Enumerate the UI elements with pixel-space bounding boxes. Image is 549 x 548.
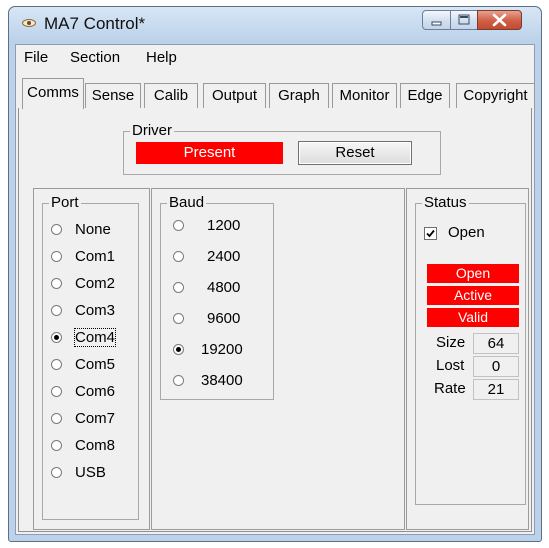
window-title: MA7 Control*	[44, 14, 146, 33]
radio-circle	[173, 282, 184, 293]
size-label: Size	[436, 334, 466, 351]
radio-circle	[51, 359, 62, 370]
radio-circle	[51, 278, 62, 289]
status-caption: Status	[422, 194, 469, 212]
title-bar[interactable]: MA7 Control*	[9, 7, 541, 41]
checkbox-box	[424, 227, 437, 240]
driver-caption: Driver	[130, 122, 174, 140]
radio-label: Com2	[75, 275, 116, 292]
port-group: Port None Com1 Com2 Com3 Com4 Com5 Com6 …	[42, 194, 139, 520]
radio-label: Com3	[75, 302, 116, 319]
reset-button[interactable]: Reset	[298, 141, 412, 165]
rate-label: Rate	[434, 380, 466, 397]
minimize-icon	[431, 21, 442, 26]
driver-group: Driver Present Reset	[123, 122, 441, 175]
radio-label: 9600	[207, 310, 241, 327]
radio-circle	[173, 375, 184, 386]
radio-circle	[51, 386, 62, 397]
port-panel: Port None Com1 Com2 Com3 Com4 Com5 Com6 …	[33, 188, 150, 530]
menu-file[interactable]: File	[24, 49, 48, 66]
rate-value: 21	[473, 379, 519, 400]
radio-circle	[173, 251, 184, 262]
radio-label: Com6	[75, 383, 116, 400]
close-button[interactable]	[477, 10, 522, 30]
minimize-button[interactable]	[422, 10, 451, 30]
port-caption: Port	[49, 194, 81, 212]
tab-copyright[interactable]: Copyright	[456, 83, 535, 109]
comms-tab-panel: Driver Present Reset Port None Com1 Com2…	[18, 108, 532, 532]
status-panel: Status Open Open Active Valid Size 64 Lo…	[406, 188, 529, 530]
radio-circle	[51, 305, 62, 316]
status-open-indicator: Open	[427, 264, 519, 283]
radio-selected-dot	[54, 335, 59, 340]
open-checkbox-label: Open	[448, 224, 485, 241]
lost-label: Lost	[436, 357, 465, 374]
baud-caption: Baud	[167, 194, 207, 212]
radio-label: Com7	[75, 410, 116, 427]
tab-comms[interactable]: Comms	[22, 78, 84, 109]
tab-monitor[interactable]: Monitor	[332, 83, 397, 109]
menu-help[interactable]: Help	[146, 49, 177, 66]
driver-present-indicator: Present	[136, 142, 283, 164]
open-checkbox[interactable]: Open	[424, 224, 514, 242]
radio-label: USB	[75, 464, 106, 481]
tab-output[interactable]: Output	[203, 83, 266, 109]
radio-circle	[51, 440, 62, 451]
radio-circle	[173, 313, 184, 324]
radio-label: None	[75, 221, 111, 238]
lost-value: 0	[473, 356, 519, 377]
app-eye-icon	[22, 19, 36, 27]
status-group: Status Open Open Active Valid Size 64 Lo…	[415, 194, 526, 505]
menu-section[interactable]: Section	[70, 49, 120, 66]
radio-circle	[173, 344, 184, 355]
radio-label: 2400	[207, 248, 241, 265]
radio-label: 1200	[207, 217, 241, 234]
radio-selected-dot	[176, 347, 181, 352]
baud-panel: Baud 1200 2400 4800 9600 19200 38400	[151, 188, 405, 530]
tab-graph[interactable]: Graph	[269, 83, 329, 109]
radio-label: Com1	[75, 248, 116, 265]
size-value: 64	[473, 333, 519, 354]
radio-circle	[51, 224, 62, 235]
radio-circle	[51, 413, 62, 424]
tab-edge[interactable]: Edge	[400, 83, 450, 109]
radio-circle	[51, 251, 62, 262]
radio-label: 19200	[201, 341, 243, 358]
close-icon	[492, 13, 507, 27]
app-window: MA7 Control* File Section Help Comms Sen…	[8, 6, 542, 542]
checkmark-icon	[426, 229, 435, 238]
radio-label: Com8	[75, 437, 116, 454]
maximize-button[interactable]	[450, 10, 478, 30]
radio-circle	[173, 220, 184, 231]
radio-circle	[51, 467, 62, 478]
status-active-indicator: Active	[427, 286, 519, 305]
radio-circle	[51, 332, 62, 343]
baud-group: Baud 1200 2400 4800 9600 19200 38400	[160, 194, 274, 400]
radio-label: Com4	[73, 328, 117, 347]
maximize-icon	[458, 14, 470, 25]
menu-bar: File Section Help	[16, 45, 534, 71]
radio-label: Com5	[75, 356, 116, 373]
status-valid-indicator: Valid	[427, 308, 519, 327]
radio-label: 4800	[207, 279, 241, 296]
client-area: File Section Help Comms Sense Calib Outp…	[15, 44, 535, 535]
radio-label: 38400	[201, 372, 243, 389]
tab-sense[interactable]: Sense	[85, 83, 141, 109]
tab-calib[interactable]: Calib	[144, 83, 198, 109]
